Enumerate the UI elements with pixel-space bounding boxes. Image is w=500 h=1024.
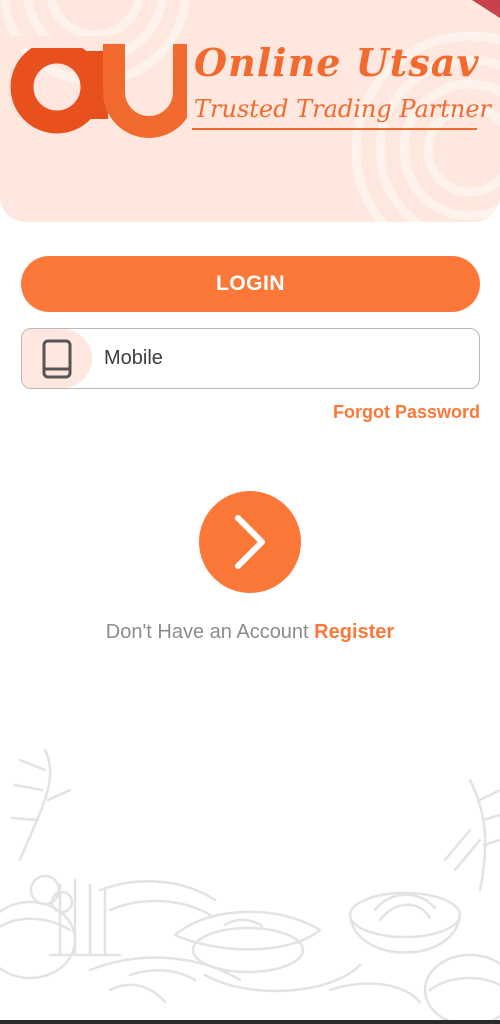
chevron-right-icon: [235, 515, 265, 569]
ou-monogram-logo: [10, 36, 187, 138]
login-button-label: LOGIN: [216, 272, 285, 295]
brand-header: Online Utsav Trusted Trading Partner: [0, 0, 500, 222]
mobile-icon-container: [22, 329, 92, 388]
forgot-password-link[interactable]: Forgot Password: [333, 402, 480, 423]
next-button[interactable]: [199, 491, 301, 593]
bottom-edge: [0, 1020, 500, 1024]
food-illustration: [0, 748, 500, 1020]
mobile-input[interactable]: [104, 329, 464, 388]
mobile-field[interactable]: [21, 328, 480, 389]
register-row: Don't Have an Account Register: [0, 621, 500, 644]
mobile-phone-icon: [42, 339, 72, 378]
login-button[interactable]: LOGIN: [21, 256, 480, 312]
register-prompt: Don't Have an Account: [105, 621, 315, 643]
brand-tagline: Trusted Trading Partner: [194, 95, 491, 123]
tagline-underline: [192, 128, 477, 130]
brand-name: Online Utsav: [194, 40, 480, 85]
register-link[interactable]: Register: [314, 621, 394, 643]
